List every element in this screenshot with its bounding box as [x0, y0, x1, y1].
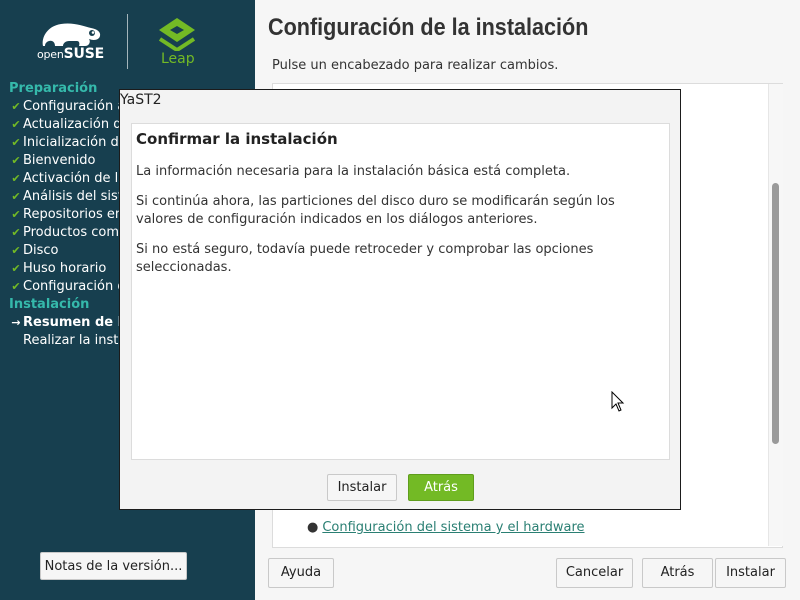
dialog-back-label: Atrás: [424, 480, 458, 495]
opensuse-wordmark: openSUSE: [37, 46, 104, 62]
install-button[interactable]: Instalar: [715, 558, 786, 588]
check-icon: ✔: [11, 100, 21, 113]
dialog-window-title: YaST2: [120, 92, 162, 108]
step-label: Actualización del: [23, 117, 134, 132]
check-icon: ✔: [11, 172, 21, 185]
brand-area: openSUSE Leap: [0, 0, 255, 80]
check-icon: ✔: [11, 136, 21, 149]
release-notes-button[interactable]: Notas de la versión...: [40, 552, 187, 580]
dialog-install-label: Instalar: [337, 480, 387, 495]
dialog-install-button[interactable]: Instalar: [327, 474, 397, 501]
page-title: Configuración de la instalación: [268, 14, 589, 41]
step-label: Bienvenido: [23, 153, 96, 168]
overview-scrollbar[interactable]: [768, 84, 783, 546]
step-label: Repositorios en lí: [23, 207, 135, 222]
check-icon: ✔: [11, 262, 21, 275]
check-icon: ✔: [11, 208, 21, 221]
install-label: Instalar: [726, 565, 775, 580]
check-icon: ✔: [11, 280, 21, 293]
system-hardware-link[interactable]: Configuración del sistema y el hardware: [322, 520, 584, 535]
overview-list-item: ● Configuración del sistema y el hardware: [307, 520, 585, 535]
check-icon: ✔: [11, 154, 21, 167]
check-icon: ✔: [11, 190, 21, 203]
release-notes-label: Notas de la versión...: [44, 559, 183, 574]
check-icon: ✔: [11, 244, 21, 257]
help-button[interactable]: Ayuda: [268, 558, 334, 588]
step-label: Disco: [23, 243, 59, 258]
mouse-cursor-icon: [611, 391, 625, 412]
cancel-label: Cancelar: [565, 565, 624, 580]
dialog-paragraph-3: Si no está seguro, todavía puede retroce…: [136, 242, 594, 275]
confirm-install-dialog: YaST2 Confirmar la instalación La inform…: [119, 89, 681, 510]
brand-divider: [127, 14, 128, 69]
dialog-back-button[interactable]: Atrás: [408, 474, 474, 501]
leap-wordmark: Leap: [161, 51, 195, 67]
dialog-heading: Confirmar la instalación: [136, 130, 338, 148]
dialog-paragraph-2: Si continúa ahora, las particiones del d…: [136, 194, 615, 227]
back-button[interactable]: Atrás: [642, 558, 713, 588]
dialog-paragraph-1: La información necesaria para la instala…: [136, 164, 571, 179]
leap-logo: [158, 18, 196, 51]
arrow-right-icon: →: [11, 316, 21, 329]
back-label: Atrás: [660, 565, 695, 580]
step-label: Huso horario: [23, 261, 107, 276]
scrollbar-thumb[interactable]: [772, 183, 779, 444]
step-label: Configuración au: [23, 99, 134, 114]
bullet-icon: ●: [307, 520, 319, 535]
step-label: Configuración de: [23, 279, 134, 294]
cancel-button[interactable]: Cancelar: [556, 558, 633, 588]
help-label: Ayuda: [280, 565, 322, 580]
step-label: Productos compl: [23, 225, 131, 240]
dialog-body: Confirmar la instalación La información …: [131, 123, 670, 460]
page-subtitle: Pulse un encabezado para realizar cambio…: [272, 58, 559, 73]
check-icon: ✔: [11, 118, 21, 131]
check-icon: ✔: [11, 226, 21, 239]
